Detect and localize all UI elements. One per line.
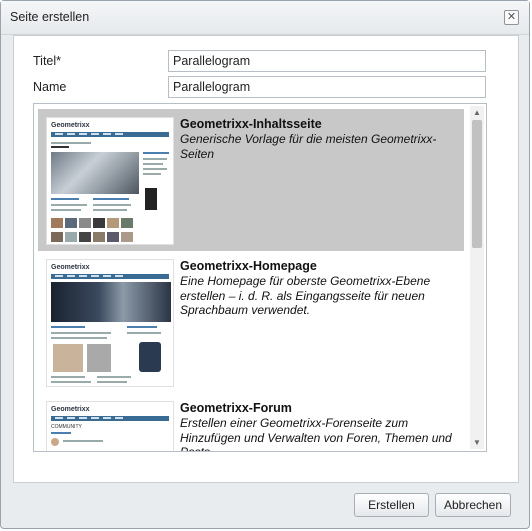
template-description: Erstellen einer Geometrixx-Forenseite zu… [180, 416, 452, 452]
thumb-logo: Geometrixx [51, 122, 90, 129]
thumb-heading: COMMUNITY [51, 424, 82, 430]
template-thumbnail: Geometrixx COMMUNITY [46, 401, 174, 451]
scrollbar-thumb[interactable] [472, 120, 482, 248]
template-thumbnail: Geometrixx [46, 259, 174, 387]
thumb-hero-banner [51, 282, 171, 322]
thumb-logo: Geometrixx [51, 406, 90, 413]
title-label: Titel* [33, 54, 62, 68]
dialog-titlebar[interactable]: Seite erstellen ✕ [1, 1, 529, 35]
template-list-scrollbar[interactable]: ▲ ▼ [470, 106, 484, 449]
template-name: Geometrixx-Forum [180, 401, 292, 415]
template-description: Generische Vorlage für die meisten Geome… [180, 132, 437, 161]
template-item-forum[interactable]: Geometrixx COMMUNITY Geometrixx-Forum Er… [38, 393, 464, 452]
template-description: Eine Homepage für oberste Geometrixx-Ebe… [180, 274, 431, 317]
thumb-logo: Geometrixx [51, 264, 90, 271]
dialog-title: Seite erstellen [10, 10, 90, 24]
create-page-dialog: Seite erstellen ✕ Titel* Name Geometrixx [0, 0, 530, 529]
thumb-nav [51, 274, 169, 279]
template-item-homepage[interactable]: Geometrixx Geometrixx-Homepage Eine Home… [38, 251, 464, 393]
dialog-body: Titel* Name Geometrixx [13, 35, 519, 483]
create-button[interactable]: Erstellen [354, 493, 429, 517]
thumb-nav [51, 416, 169, 421]
template-name: Geometrixx-Homepage [180, 259, 317, 273]
scroll-up-icon[interactable]: ▲ [473, 108, 481, 117]
template-list[interactable]: Geometrixx Geometrixx-Inhaltsseite Gener… [33, 103, 487, 452]
template-item-inhaltsseite[interactable]: Geometrixx Geometrixx-Inhaltsseite Gener… [38, 109, 464, 251]
name-label: Name [33, 80, 67, 94]
template-thumbnail: Geometrixx [46, 117, 174, 245]
scroll-down-icon[interactable]: ▼ [473, 438, 481, 447]
thumb-nav [51, 132, 169, 137]
thumb-hero-image [51, 152, 139, 194]
close-icon[interactable]: ✕ [504, 10, 519, 25]
name-field[interactable] [168, 76, 486, 98]
cancel-button[interactable]: Abbrechen [435, 493, 511, 517]
template-name: Geometrixx-Inhaltsseite [180, 117, 322, 131]
title-field[interactable] [168, 50, 486, 72]
